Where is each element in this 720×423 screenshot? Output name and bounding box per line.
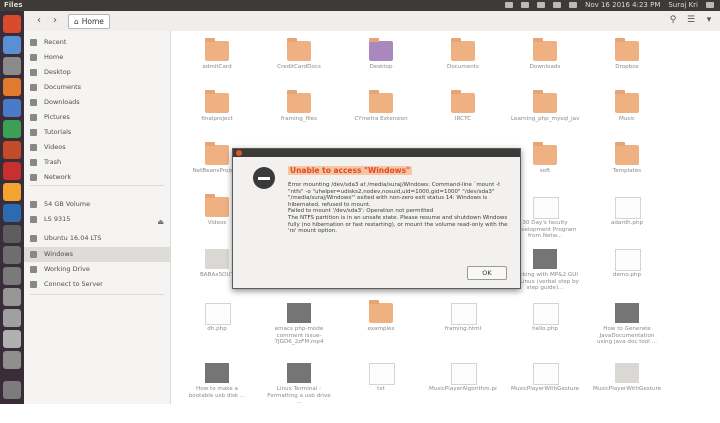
close-icon[interactable] bbox=[236, 150, 242, 156]
panel-indicators: Nov 16 2016 4:23 PM Suraj Kri bbox=[505, 1, 714, 9]
network-icon[interactable] bbox=[553, 2, 562, 8]
sidebar: Recent Home Desktop Documents Downloads Pictu… bbox=[24, 31, 171, 404]
browser-icon[interactable] bbox=[3, 36, 21, 54]
sidebar-item-label: Documents bbox=[44, 83, 82, 91]
sidebar-item-label: Recent bbox=[44, 38, 67, 46]
videos-icon bbox=[30, 144, 37, 151]
gear-icon[interactable] bbox=[706, 2, 714, 8]
app-name: Files bbox=[4, 1, 23, 9]
sidebar-item-working-drive[interactable]: Working Drive bbox=[24, 262, 170, 277]
sidebar-item-label: Windows bbox=[44, 250, 74, 258]
settings-icon[interactable] bbox=[3, 204, 21, 222]
app-icon[interactable] bbox=[3, 267, 21, 285]
home-icon bbox=[30, 54, 37, 61]
breadcrumb-home[interactable]: ⌂ Home bbox=[68, 14, 110, 29]
filezilla-icon[interactable] bbox=[3, 162, 21, 180]
drive-icon bbox=[30, 251, 37, 258]
sidebar-item-documents[interactable]: Documents bbox=[24, 80, 170, 95]
writer-icon[interactable] bbox=[3, 99, 21, 117]
sidebar-item-label: Videos bbox=[44, 143, 66, 151]
ubuntu-logo-icon[interactable] bbox=[3, 15, 21, 33]
top-panel: Files Nov 16 2016 4:23 PM Suraj Kri bbox=[0, 0, 720, 11]
drive-icon bbox=[30, 235, 37, 242]
menu-icon[interactable]: ▾ bbox=[704, 15, 714, 25]
sidebar-item-54-gb-volume[interactable]: 54 GB Volume bbox=[24, 197, 170, 212]
drive-icon[interactable] bbox=[3, 309, 21, 327]
calc-icon[interactable] bbox=[3, 120, 21, 138]
sidebar-item-recent[interactable]: Recent bbox=[24, 35, 170, 50]
volume-icon[interactable] bbox=[569, 2, 578, 8]
sidebar-item-label: Desktop bbox=[44, 68, 71, 76]
sidebar-item-tutorials[interactable]: Tutorials bbox=[24, 125, 170, 140]
sidebar-item-pictures[interactable]: Pictures bbox=[24, 110, 170, 125]
sidebar-item-label: Home bbox=[44, 53, 64, 61]
bluetooth-icon[interactable] bbox=[537, 2, 546, 8]
server-icon bbox=[30, 281, 37, 288]
clock-icon bbox=[30, 39, 37, 46]
home-icon: ⌂ bbox=[74, 17, 79, 26]
camera-icon[interactable] bbox=[505, 2, 514, 8]
forward-button[interactable]: › bbox=[48, 15, 62, 27]
desktop-icon bbox=[30, 69, 37, 76]
pictures-icon bbox=[30, 114, 37, 121]
downloads-icon bbox=[30, 99, 37, 106]
dialog-titlebar bbox=[233, 149, 520, 157]
sidebar-divider bbox=[30, 185, 164, 186]
sidebar-item-label: Tutorials bbox=[44, 128, 72, 136]
impress-icon[interactable] bbox=[3, 141, 21, 159]
ok-button[interactable]: OK bbox=[467, 266, 507, 280]
network-icon bbox=[30, 174, 37, 181]
drive-icon bbox=[30, 216, 37, 223]
sidebar-item-label: Ubuntu 16.04 LTS bbox=[44, 234, 102, 242]
sidebar-item-ubuntu-16-04-lts[interactable]: Ubuntu 16.04 LTS bbox=[24, 231, 170, 246]
app-icon[interactable] bbox=[3, 225, 21, 243]
drive-icon[interactable] bbox=[3, 288, 21, 306]
files-icon[interactable] bbox=[3, 57, 21, 75]
error-dialog: Unable to access "Windows" Error mountin… bbox=[232, 148, 521, 289]
drive-icon bbox=[30, 266, 37, 273]
sidebar-item-label: Downloads bbox=[44, 98, 80, 106]
header-bar: ‹ › ⌂ Home ⚲ ☰ ▾ bbox=[24, 11, 720, 32]
sidebar-item-label: Network bbox=[44, 173, 72, 181]
sidebar-item-windows[interactable]: Windows bbox=[24, 247, 170, 262]
list-view-icon[interactable]: ☰ bbox=[686, 15, 696, 25]
error-icon bbox=[253, 167, 275, 189]
sidebar-item-network[interactable]: Network bbox=[24, 170, 170, 185]
sidebar-item-desktop[interactable]: Desktop bbox=[24, 65, 170, 80]
sidebar-item-trash[interactable]: Trash bbox=[24, 155, 170, 170]
trash-icon bbox=[30, 159, 37, 166]
search-icon[interactable]: ⚲ bbox=[668, 15, 678, 25]
launcher bbox=[0, 11, 24, 404]
breadcrumb-label: Home bbox=[81, 17, 104, 26]
terminal-icon[interactable] bbox=[3, 183, 21, 201]
software-icon[interactable] bbox=[3, 78, 21, 96]
sidebar-item-videos[interactable]: Videos bbox=[24, 140, 170, 155]
eject-icon[interactable]: ⏏ bbox=[157, 215, 164, 230]
user-name[interactable]: Suraj Kri bbox=[668, 1, 698, 9]
dialog-message: Error mounting /dev/sda3 at /media/suraj… bbox=[288, 182, 508, 235]
sidebar-divider bbox=[30, 294, 164, 295]
drive-icon bbox=[30, 201, 37, 208]
sidebar-item-ls-9315[interactable]: LS 9315 ⏏ bbox=[24, 212, 170, 227]
sidebar-item-label: Working Drive bbox=[44, 265, 90, 273]
clock[interactable]: Nov 16 2016 4:23 PM bbox=[585, 1, 660, 9]
dialog-title: Unable to access "Windows" bbox=[288, 166, 412, 175]
sidebar-item-label: Connect to Server bbox=[44, 280, 103, 288]
folder-icon bbox=[30, 129, 37, 136]
trash-icon[interactable] bbox=[3, 381, 21, 399]
documents-icon bbox=[30, 84, 37, 91]
drive-icon[interactable] bbox=[3, 330, 21, 348]
sidebar-item-label: Pictures bbox=[44, 113, 70, 121]
sidebar-item-downloads[interactable]: Downloads bbox=[24, 95, 170, 110]
drive-icon[interactable] bbox=[3, 351, 21, 369]
sidebar-item-label: 54 GB Volume bbox=[44, 200, 91, 208]
sidebar-item-connect-to-server[interactable]: Connect to Server bbox=[24, 277, 170, 292]
header-tools: ⚲ ☰ ▾ bbox=[668, 15, 714, 25]
sidebar-item-label: Trash bbox=[44, 158, 62, 166]
sidebar-item-label: LS 9315 bbox=[44, 215, 71, 223]
sidebar-item-home[interactable]: Home bbox=[24, 50, 170, 65]
back-button[interactable]: ‹ bbox=[32, 15, 46, 27]
email-icon[interactable] bbox=[521, 2, 530, 8]
monitor-icon[interactable] bbox=[3, 246, 21, 264]
